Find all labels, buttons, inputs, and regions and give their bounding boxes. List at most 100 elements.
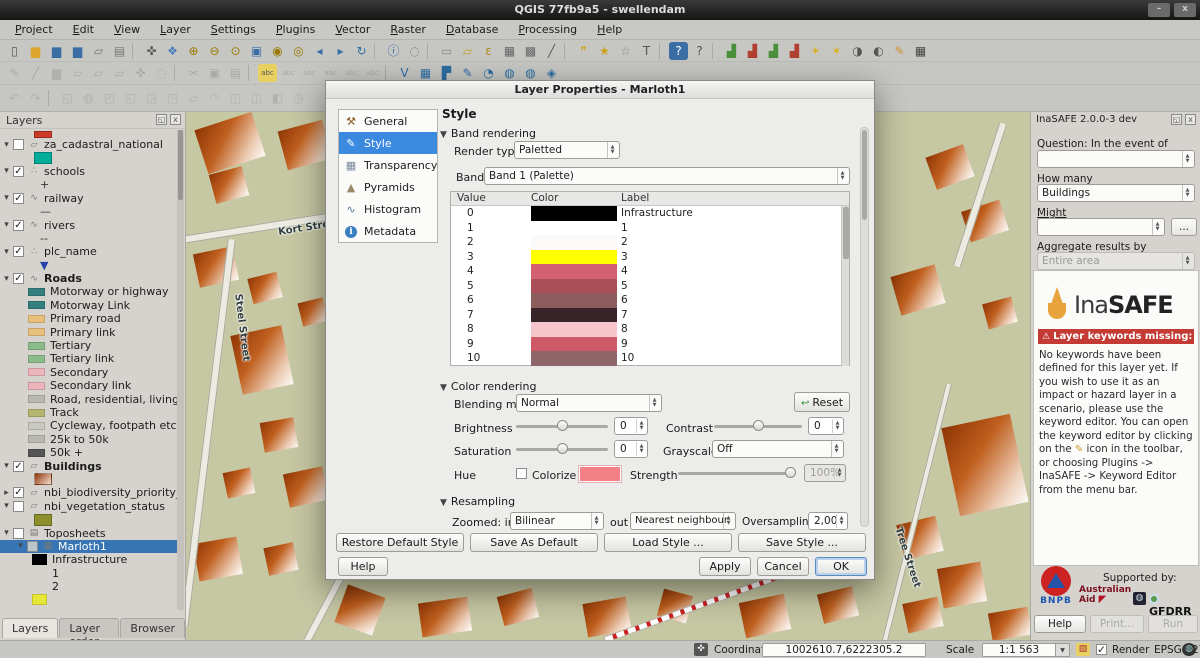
palette-row[interactable]: 22: [451, 235, 849, 250]
palette-row[interactable]: 77: [451, 308, 849, 323]
dialog-tab-general[interactable]: ⚒General: [339, 110, 437, 132]
saturation-spinbox[interactable]: 0▲▼: [614, 440, 648, 458]
layer-item-schools[interactable]: ▾✓∴schools: [0, 165, 178, 178]
render-type-select[interactable]: Paletted▲▼: [514, 141, 620, 159]
menu-project[interactable]: Project: [6, 21, 62, 38]
toolbar-icon-inasafe-impact-functions[interactable]: ▟: [764, 42, 783, 60]
toolbar-icon-select-rectangle[interactable]: ◌: [405, 42, 424, 60]
menu-settings[interactable]: Settings: [202, 21, 265, 38]
layers-scrollbar[interactable]: [177, 130, 184, 610]
dialog-tab-pyramids[interactable]: ▲Pyramids: [339, 176, 437, 198]
layer-item-roads[interactable]: ▾✓∿Roads: [0, 272, 178, 285]
palette-table-scrollbar[interactable]: [841, 206, 849, 366]
dialog-scrollbar[interactable]: [860, 127, 869, 527]
expander-icon[interactable]: ▾: [0, 193, 13, 203]
expander-icon[interactable]: ▾: [0, 140, 13, 150]
layer-item-buildings[interactable]: ▾✓▱Buildings: [0, 459, 178, 472]
toolbar-icon-rotate-feature[interactable]: ◷: [289, 89, 308, 107]
toolbar-icon-attribute-table[interactable]: ε: [479, 42, 498, 60]
toolbar-icon-zoom-to-selection[interactable]: ◉: [268, 42, 287, 60]
load-style-button[interactable]: Load Style ...: [604, 533, 732, 552]
layer-item-za-cadastral-national[interactable]: ▾▱za_cadastral_national: [0, 138, 178, 151]
toolbar-icon-save-project-as[interactable]: ▆: [68, 42, 87, 60]
palette-row[interactable]: 44: [451, 264, 849, 279]
toolbar-icon-lower-layer[interactable]: ✶: [827, 42, 846, 60]
contrast-slider[interactable]: [714, 419, 802, 433]
palette-color-swatch[interactable]: [531, 250, 617, 265]
toolbar-icon-zoom-last[interactable]: ◂: [310, 42, 329, 60]
apply-button[interactable]: Apply: [699, 557, 751, 576]
toolbar-icon-open-project[interactable]: ▆: [26, 42, 45, 60]
palette-row[interactable]: 66: [451, 293, 849, 308]
toolbar-icon-offset-curve[interactable]: ◠: [205, 89, 224, 107]
toolbar-icon-field-calculator[interactable]: ▩: [521, 42, 540, 60]
scale-dropdown-icon[interactable]: ▼: [1056, 643, 1070, 657]
toolbar-icon-node-tool[interactable]: ◌: [152, 64, 171, 82]
layer-visibility-checkbox[interactable]: [13, 528, 24, 539]
ok-button[interactable]: OK: [815, 557, 867, 576]
layer-item-plc-name[interactable]: ▾✓∴plc_name: [0, 245, 178, 258]
layer-visibility-checkbox[interactable]: ✓: [13, 193, 24, 204]
color-rendering-section[interactable]: ▼Color rendering: [440, 380, 536, 393]
toolbar-icon-capture-line[interactable]: ▱: [89, 64, 108, 82]
palette-color-swatch[interactable]: [531, 337, 617, 352]
toolbar-icon-minimal-options[interactable]: ▦: [911, 42, 930, 60]
colorize-checkbox[interactable]: [516, 468, 527, 479]
layer-item-railway[interactable]: ▾✓∿railway: [0, 192, 178, 205]
palette-row[interactable]: 1010: [451, 351, 849, 366]
expander-icon[interactable]: ▾: [0, 220, 13, 230]
layer-visibility-checkbox[interactable]: [27, 541, 38, 552]
layer-item-marloth1[interactable]: ▾▦Marloth1: [0, 540, 178, 553]
palette-row[interactable]: 88: [451, 322, 849, 337]
toolbar-icon-inasafe-dock[interactable]: ▟: [722, 42, 741, 60]
toolbar-icon-deselect[interactable]: ▱: [458, 42, 477, 60]
toolbar-icon-measure[interactable]: ╱: [542, 42, 561, 60]
toolbar-icon-zoom-out[interactable]: ⊖: [205, 42, 224, 60]
restore-default-style-button[interactable]: Restore Default Style: [336, 533, 464, 552]
toolbar-icon-identify[interactable]: ⓘ: [384, 42, 403, 60]
panel-tab-layer-order[interactable]: Layer order: [59, 618, 119, 638]
coordinate-input[interactable]: 1002610.7,6222305.2: [762, 643, 926, 657]
panel-close-icon[interactable]: x: [170, 114, 181, 125]
panel-tab-layers[interactable]: Layers: [2, 618, 58, 638]
inasafe-help-button[interactable]: Help: [1034, 615, 1086, 633]
toolbar-icon-toggle-editing[interactable]: ╱: [26, 64, 45, 82]
toolbar-icon-undo[interactable]: ↶: [5, 89, 24, 107]
palette-color-swatch[interactable]: [531, 221, 617, 236]
toolbar-icon-toggle-down[interactable]: ◐: [869, 42, 888, 60]
toolbar-icon-select-by-expression[interactable]: ▭: [437, 42, 456, 60]
toolbar-icon-label-highlight[interactable]: abc: [300, 64, 319, 82]
palette-color-swatch[interactable]: [531, 308, 617, 323]
palette-table[interactable]: Value Color Label 0Infrastructure1122334…: [450, 191, 850, 366]
toolbar-icon-raise-layer[interactable]: ✶: [806, 42, 825, 60]
dialog-tab-metadata[interactable]: iMetadata: [339, 220, 437, 242]
palette-row[interactable]: 55: [451, 279, 849, 294]
toolbar-icon-zoom-full[interactable]: ▣: [247, 42, 266, 60]
toolbar-icon-new-bookmark[interactable]: ★: [595, 42, 614, 60]
toolbar-icon-cut-features[interactable]: ✂: [184, 64, 203, 82]
menu-database[interactable]: Database: [437, 21, 508, 38]
toolbar-icon-toggle-up[interactable]: ◑: [848, 42, 867, 60]
layer-visibility-checkbox[interactable]: ✓: [13, 461, 24, 472]
toolbar-icon-zoom-to-layer[interactable]: ◎: [289, 42, 308, 60]
panel-close-icon[interactable]: x: [1185, 114, 1196, 125]
toolbar-icon-label-settings[interactable]: abc: [258, 64, 277, 82]
layer-visibility-checkbox[interactable]: ✓: [13, 246, 24, 257]
menu-view[interactable]: View: [105, 21, 149, 38]
grayscale-select[interactable]: Off▲▼: [712, 440, 844, 458]
toolbar-icon-redo[interactable]: ↷: [26, 89, 45, 107]
stop-render-icon[interactable]: ▨: [1076, 643, 1090, 656]
toolbar-icon-simplify-feature[interactable]: ◱: [58, 89, 77, 107]
toolbar-icon-save-edits[interactable]: ▆: [47, 64, 66, 82]
layer-item-nbi-biodiversity-priority-are-[interactable]: ▸✓▱nbi_biodiversity_priority_are...: [0, 486, 178, 499]
band-select[interactable]: Band 1 (Palette)▲▼: [484, 167, 850, 185]
layer-item-nbi-vegetation-status[interactable]: ▾▱nbi_vegetation_status: [0, 500, 178, 513]
brightness-spinbox[interactable]: 0▲▼: [614, 417, 648, 435]
palette-color-swatch[interactable]: [531, 279, 617, 294]
toolbar-icon-reshape[interactable]: ▱: [184, 89, 203, 107]
expander-icon[interactable]: ▾: [14, 541, 27, 551]
toolbar-icon-save-project[interactable]: ▆: [47, 42, 66, 60]
menu-processing[interactable]: Processing: [509, 21, 586, 38]
palette-row[interactable]: 99: [451, 337, 849, 352]
menu-plugins[interactable]: Plugins: [267, 21, 324, 38]
